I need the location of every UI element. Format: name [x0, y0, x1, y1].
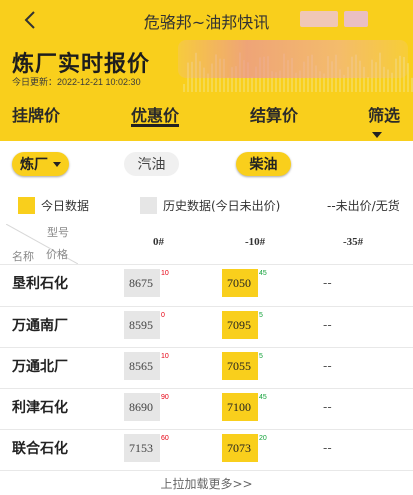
price-change-down: 45	[259, 270, 267, 277]
page-title: 炼厂实时报价	[12, 52, 151, 77]
price-cell-0: 8675	[124, 269, 160, 297]
refinery-name[interactable]: 利津石化	[12, 397, 68, 417]
refinery-dropdown[interactable]: 炼厂	[12, 152, 69, 176]
price-change-up: 0	[161, 312, 165, 319]
refinery-name[interactable]: 垦利石化	[12, 273, 68, 293]
filter-button[interactable]: 筛选	[368, 102, 413, 141]
blurred-region	[344, 11, 368, 27]
refinery-name[interactable]: 万通北厂	[12, 356, 68, 376]
price-change-up: 90	[161, 394, 169, 401]
refinery-name[interactable]: 万通南厂	[12, 315, 68, 335]
diesel-option[interactable]: 柴油	[236, 152, 291, 176]
price-change-down: 5	[259, 312, 263, 319]
price-cell-minus10: 7050	[222, 269, 258, 297]
tab-listed-price[interactable]: 挂牌价	[12, 102, 60, 126]
price-cell-minus35: --	[323, 400, 332, 414]
price-cell-0: 8595	[124, 311, 160, 339]
price-cell-minus35: --	[323, 318, 332, 332]
wave-bar	[251, 76, 253, 92]
price-change-up: 60	[161, 435, 169, 442]
tab-settlement-price[interactable]: 结算价	[250, 102, 298, 126]
column-header-0: 0#	[153, 236, 164, 248]
price-cell-minus35: --	[323, 359, 332, 373]
price-cell-minus35: --	[323, 441, 332, 455]
refinery-name[interactable]: 联合石化	[12, 438, 68, 458]
price-cell-minus35: --	[323, 276, 332, 290]
wave-bar	[183, 84, 185, 92]
price-cell-0: 7153	[124, 434, 160, 462]
price-cell-minus10: 7055	[222, 352, 258, 380]
load-more-hint: 上拉加载更多>>	[160, 477, 253, 491]
blurred-region	[300, 11, 338, 27]
price-cell-minus10: 7095	[222, 311, 258, 339]
legend-history-label: 历史数据(今日未出价)	[163, 199, 281, 213]
row-divider	[0, 470, 413, 471]
price-cell-0: 8690	[124, 393, 160, 421]
price-cell-0: 8565	[124, 352, 160, 380]
filter-label: 筛选	[368, 106, 401, 125]
legend-today-label: 今日数据	[41, 199, 90, 213]
tab-discount-price[interactable]: 优惠价	[131, 102, 179, 126]
caret-down-icon	[372, 132, 382, 138]
column-header-minus35: -35#	[343, 236, 364, 248]
price-change-down: 5	[259, 353, 263, 360]
update-time: 今日更新：2022-12-21 10:02:30	[12, 77, 141, 87]
gasoline-option[interactable]: 汽油	[124, 152, 179, 176]
price-header: 价格	[46, 248, 68, 261]
price-change-up: 10	[161, 353, 169, 360]
price-change-up: 10	[161, 270, 169, 277]
row-divider	[0, 264, 413, 265]
wave-bar	[367, 77, 369, 92]
legend-history-swatch	[140, 197, 157, 214]
legend-today-swatch	[18, 197, 35, 214]
column-header-minus10: -10#	[245, 236, 266, 248]
blurred-region	[178, 40, 408, 78]
row-divider	[0, 347, 413, 348]
name-header: 名称	[12, 250, 34, 263]
model-header: 型号	[47, 226, 69, 239]
header: 危骆邦~油邦快讯 炼厂实时报价 今日更新：2022-12-21 10:02:30…	[0, 0, 413, 141]
row-divider	[0, 306, 413, 307]
price-change-down: 45	[259, 394, 267, 401]
refinery-dropdown-label: 炼厂	[20, 157, 48, 173]
price-cell-minus10: 7100	[222, 393, 258, 421]
active-tab-indicator	[131, 124, 179, 127]
caret-down-icon	[53, 161, 61, 167]
legend-none-label: --未出价/无货	[327, 199, 400, 213]
row-divider	[0, 429, 413, 430]
row-divider	[0, 388, 413, 389]
wave-bar	[227, 77, 229, 92]
price-cell-minus10: 7073	[222, 434, 258, 462]
price-change-down: 20	[259, 435, 267, 442]
